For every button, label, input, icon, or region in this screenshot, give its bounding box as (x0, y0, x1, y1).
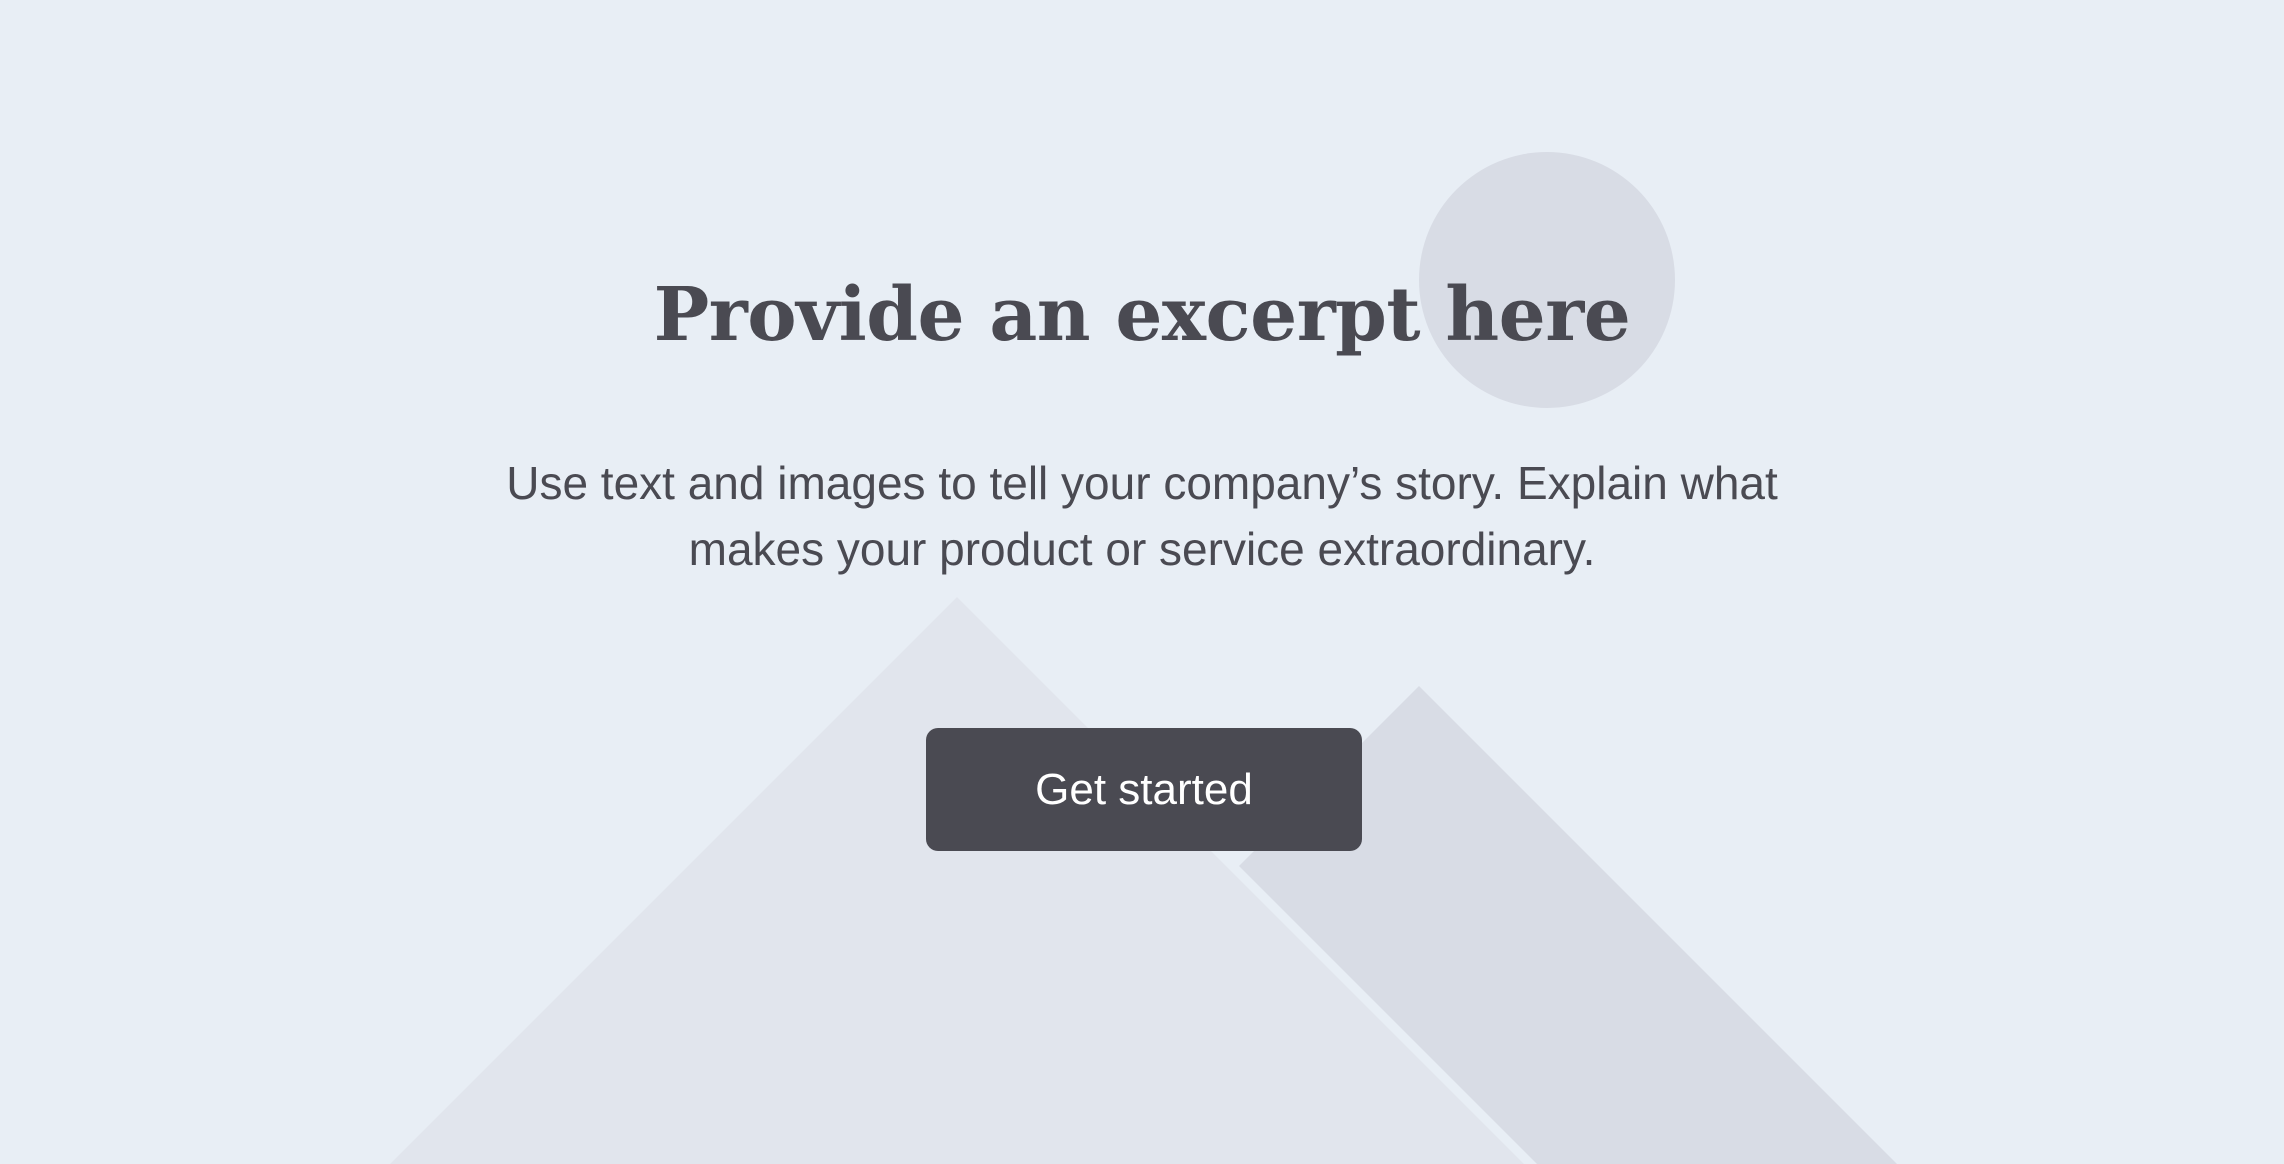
placeholder-illustration (390, 152, 1897, 1164)
get-started-button[interactable]: Get started (926, 728, 1362, 851)
hero-description: Use text and images to tell your company… (506, 457, 1778, 575)
page-title: Provide an excerpt here (653, 272, 1631, 358)
